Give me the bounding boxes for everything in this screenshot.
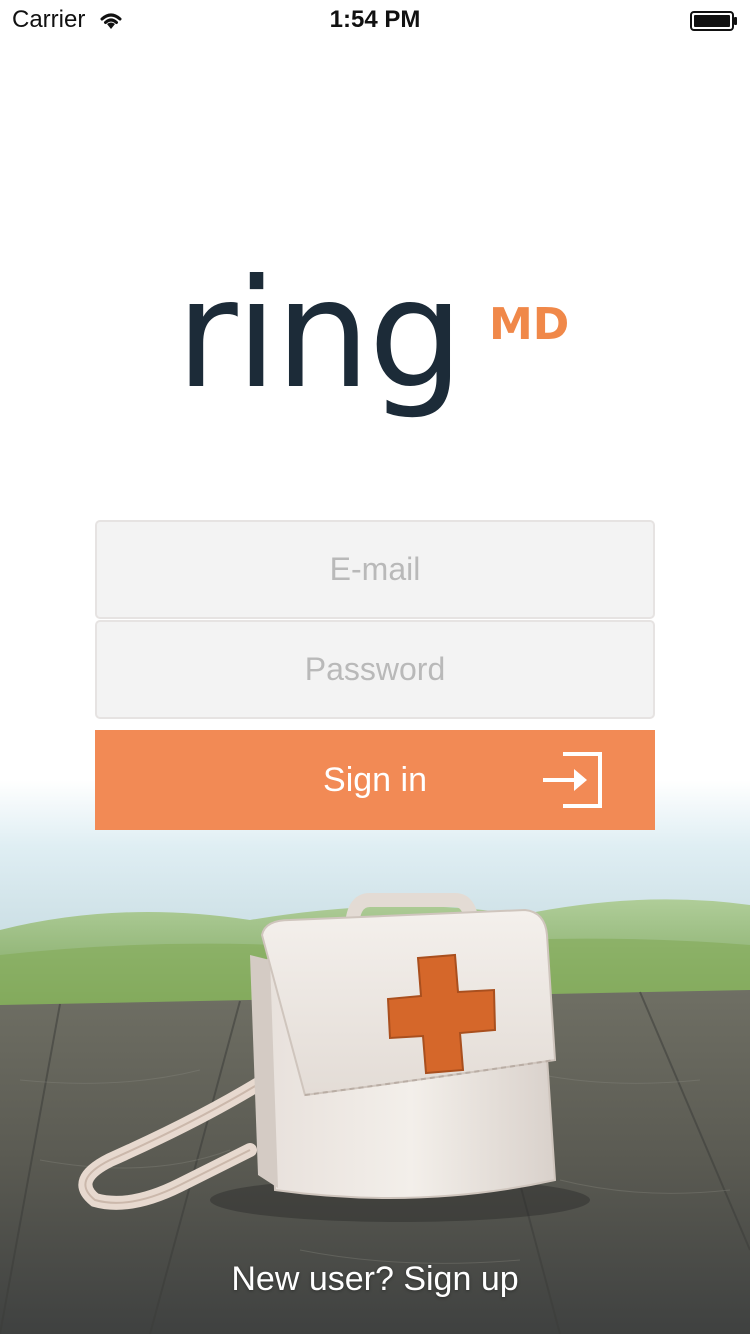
app-logo: ring MD: [176, 250, 596, 440]
status-time: 1:54 PM: [329, 6, 421, 33]
battery-icon: [690, 11, 737, 31]
status-bar: Carrier 1:54 PM: [0, 0, 750, 40]
sign-in-button[interactable]: Sign in: [95, 730, 655, 830]
logo-suffix: MD: [489, 299, 570, 350]
first-aid-bag-scene: [0, 780, 750, 1334]
password-field[interactable]: [95, 620, 655, 719]
logo-word: ring: [176, 248, 464, 422]
login-screen: Carrier 1:54 PM ring MD Sign in N: [0, 0, 750, 1334]
sign-in-icon: [543, 752, 602, 808]
email-field[interactable]: [95, 520, 655, 619]
sign-up-link[interactable]: New user? Sign up: [0, 1255, 750, 1303]
background-illustration: [0, 780, 750, 1334]
